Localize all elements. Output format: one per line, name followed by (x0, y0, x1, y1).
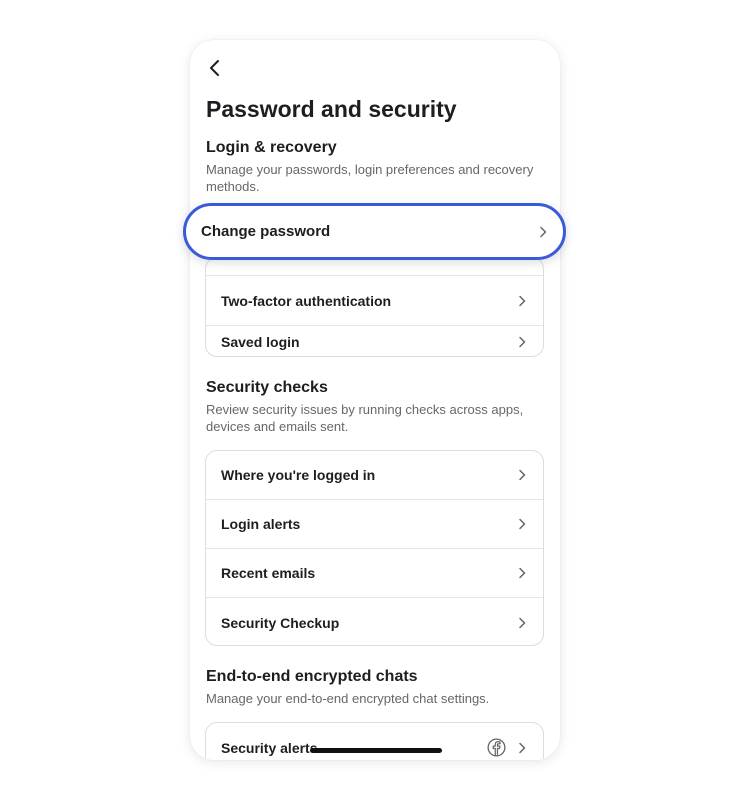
chevron-right-icon (516, 295, 528, 307)
e2e-chats-card: Security alerts (205, 722, 544, 760)
list-item-security-checkup[interactable]: Security Checkup (206, 598, 543, 647)
change-password-label: Change password (201, 223, 331, 240)
list-item-label: Recent emails (221, 565, 316, 581)
phone-frame: Password and security Login & recovery M… (190, 40, 560, 760)
login-recovery-card: Two-factor authentication Saved login (205, 257, 544, 357)
list-item-label: Two-factor authentication (221, 292, 392, 309)
chevron-right-icon (516, 469, 528, 481)
list-item-label: Where you're logged in (221, 467, 376, 483)
list-item-label: Login alerts (221, 516, 301, 532)
section-description-security-checks: Review security issues by running checks… (206, 402, 524, 434)
list-item-login-alerts[interactable]: Login alerts (206, 500, 543, 549)
section-description-login-recovery: Manage your passwords, login preferences… (206, 162, 534, 194)
section-title-login-recovery: Login & recovery (206, 139, 337, 156)
list-item-saved-login[interactable]: Saved login (206, 326, 543, 357)
list-item-two-factor[interactable]: Two-factor authentication (206, 276, 543, 326)
chevron-right-icon (516, 567, 528, 579)
home-indicator (310, 748, 442, 753)
list-item-security-alerts[interactable]: Security alerts (206, 723, 543, 760)
security-checks-card: Where you're logged in Login alerts Rece… (205, 450, 544, 646)
card-top-spacer (206, 258, 543, 276)
chevron-right-icon (516, 336, 528, 348)
page-title: Password and security (206, 96, 457, 122)
section-title-e2e-chats: End-to-end encrypted chats (206, 668, 418, 685)
back-arrow-icon[interactable] (204, 57, 226, 79)
chevron-right-icon (516, 518, 528, 530)
list-item-where-logged-in[interactable]: Where you're logged in (206, 451, 543, 500)
section-title-security-checks: Security checks (206, 379, 328, 396)
change-password-button[interactable]: Change password (183, 203, 566, 260)
section-description-e2e-chats: Manage your end-to-end encrypted chat se… (206, 691, 490, 706)
chevron-right-icon (537, 226, 549, 238)
list-item-label: Security Checkup (221, 614, 340, 631)
facebook-icon (487, 738, 506, 757)
list-item-recent-emails[interactable]: Recent emails (206, 549, 543, 598)
chevron-right-icon (516, 742, 528, 754)
chevron-right-icon (516, 617, 528, 629)
list-item-label: Saved login (221, 333, 300, 350)
